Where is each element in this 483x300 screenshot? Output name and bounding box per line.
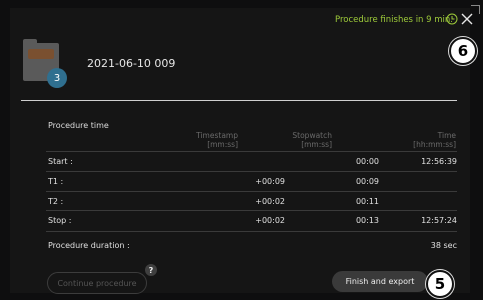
procedure-duration-label: Procedure duration : bbox=[48, 241, 130, 250]
table-row-t2: T2 : +00:02 00:11 bbox=[46, 191, 457, 212]
header-timestamp-unit: [mm:ss] bbox=[207, 140, 238, 149]
header-timestamp-label: Timestamp bbox=[196, 131, 238, 140]
table-row-start: Start : 00:00 12:56:39 bbox=[46, 151, 457, 172]
row-timestamp: +00:02 bbox=[255, 216, 285, 225]
row-stopwatch: 00:00 bbox=[355, 157, 379, 166]
row-stopwatch: 00:09 bbox=[355, 177, 379, 186]
recording-count-badge: 3 bbox=[47, 68, 67, 88]
row-time: 12:56:39 bbox=[421, 157, 457, 166]
recording-title: 2021-06-10 009 bbox=[87, 57, 176, 70]
row-stopwatch: 00:13 bbox=[355, 216, 379, 225]
procedure-duration-value: 38 sec bbox=[430, 241, 457, 250]
clock-icon bbox=[446, 13, 458, 25]
row-label: Start : bbox=[48, 157, 73, 166]
close-icon[interactable] bbox=[461, 13, 473, 25]
row-label: T1 : bbox=[48, 177, 64, 186]
row-stopwatch: 00:11 bbox=[355, 197, 379, 206]
table-title: Procedure time bbox=[48, 121, 109, 130]
table-row-stop: Stop : +00:02 00:13 12:57:24 bbox=[46, 210, 457, 232]
row-label: Stop : bbox=[48, 216, 72, 225]
row-timestamp: +00:02 bbox=[255, 197, 285, 206]
row-label: T2 : bbox=[48, 197, 64, 206]
header-stopwatch: Stopwatch [mm:ss] bbox=[260, 131, 332, 149]
finish-and-export-button[interactable]: Finish and export bbox=[332, 271, 428, 292]
header-timestamp: Timestamp [mm:ss] bbox=[160, 131, 238, 149]
header-stopwatch-label: Stopwatch bbox=[292, 131, 332, 140]
thumbnail-image bbox=[28, 49, 54, 59]
header-time-unit: [hh:mm:ss] bbox=[413, 140, 456, 149]
row-time: 12:57:24 bbox=[421, 216, 457, 225]
continue-procedure-button[interactable]: Continue procedure bbox=[47, 272, 147, 294]
callout-6: 6 bbox=[449, 37, 477, 65]
section-divider bbox=[21, 100, 457, 101]
header-stopwatch-unit: [mm:ss] bbox=[301, 140, 332, 149]
header-time-label: Time bbox=[437, 131, 456, 140]
header-time: Time [hh:mm:ss] bbox=[360, 131, 456, 149]
procedure-finish-status: Procedure finishes in 9 min. bbox=[335, 15, 453, 25]
help-icon[interactable]: ? bbox=[145, 264, 157, 276]
callout-5: 5 bbox=[426, 270, 454, 298]
row-timestamp: +00:09 bbox=[255, 177, 285, 186]
table-row-t1: T1 : +00:09 00:09 bbox=[46, 171, 457, 192]
